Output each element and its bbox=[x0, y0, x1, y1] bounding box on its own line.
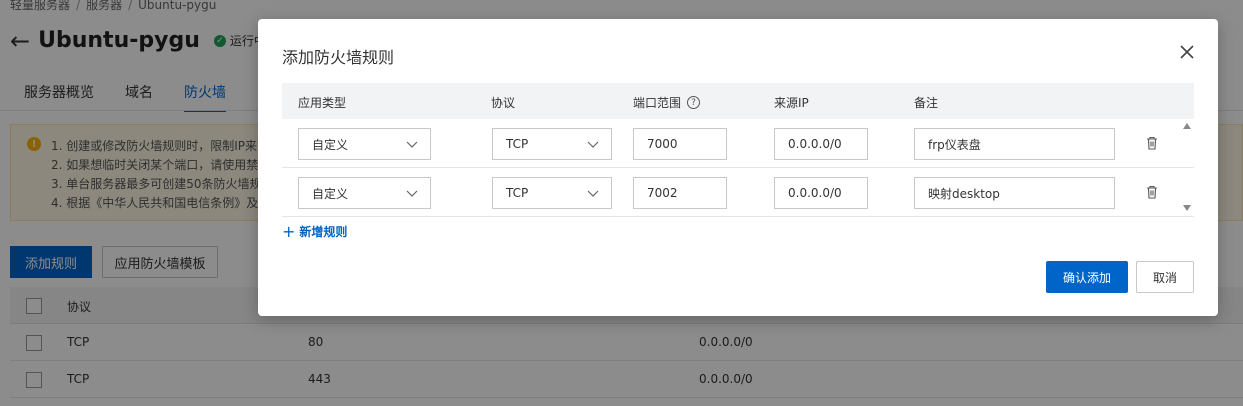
scrollbar[interactable] bbox=[1180, 121, 1194, 213]
app-type-value: 自定义 bbox=[312, 186, 349, 201]
header-note: 备注 bbox=[914, 96, 939, 110]
confirm-add-button[interactable]: 确认添加 bbox=[1046, 261, 1128, 293]
header-app-type: 应用类型 bbox=[298, 96, 347, 110]
header-source-ip: 来源IP bbox=[774, 96, 809, 110]
header-port-range-label: 端口范围 bbox=[633, 96, 682, 110]
rules-table: 应用类型 协议 端口范围 ? 来源IP 备注 自定义 TCP 7000 0.0.… bbox=[282, 83, 1194, 217]
port-input[interactable]: 7002 bbox=[633, 177, 727, 209]
chevron-down-icon bbox=[587, 141, 599, 148]
help-icon[interactable]: ? bbox=[687, 96, 701, 109]
protocol-value: TCP bbox=[506, 137, 529, 151]
dialog-title: 添加防火墙规则 bbox=[282, 48, 395, 67]
scroll-up-arrow-icon[interactable] bbox=[1183, 123, 1191, 129]
chevron-down-icon bbox=[406, 141, 418, 148]
close-icon[interactable] bbox=[1178, 43, 1196, 61]
header-protocol: 协议 bbox=[491, 96, 516, 110]
add-firewall-rule-dialog: 添加防火墙规则 应用类型 协议 端口范围 ? 来源IP 备注 自定义 TCP 7… bbox=[258, 19, 1218, 316]
chevron-down-icon bbox=[587, 190, 599, 197]
rule-row: 自定义 TCP 7002 0.0.0.0/0 映射desktop bbox=[282, 168, 1194, 217]
protocol-select[interactable]: TCP bbox=[492, 177, 612, 209]
add-new-rule-label: 新增规则 bbox=[299, 225, 348, 239]
note-input[interactable]: frp仪表盘 bbox=[914, 128, 1115, 160]
app-type-select[interactable]: 自定义 bbox=[298, 177, 431, 209]
trash-icon[interactable] bbox=[1144, 184, 1160, 200]
port-input[interactable]: 7000 bbox=[633, 128, 727, 160]
app-type-select[interactable]: 自定义 bbox=[298, 128, 431, 160]
cancel-button[interactable]: 取消 bbox=[1136, 261, 1194, 293]
scroll-down-arrow-icon[interactable] bbox=[1183, 205, 1191, 211]
add-new-rule-link[interactable]: + 新增规则 bbox=[282, 223, 347, 240]
note-input[interactable]: 映射desktop bbox=[914, 177, 1115, 209]
app-type-value: 自定义 bbox=[312, 137, 349, 152]
source-ip-input[interactable]: 0.0.0.0/0 bbox=[774, 128, 868, 160]
rules-table-header: 应用类型 协议 端口范围 ? 来源IP 备注 bbox=[282, 83, 1194, 119]
chevron-down-icon bbox=[406, 190, 418, 197]
trash-icon[interactable] bbox=[1144, 135, 1160, 151]
header-port-range: 端口范围 ? bbox=[633, 94, 701, 111]
source-ip-input[interactable]: 0.0.0.0/0 bbox=[774, 177, 868, 209]
rule-row: 自定义 TCP 7000 0.0.0.0/0 frp仪表盘 bbox=[282, 119, 1194, 168]
protocol-select[interactable]: TCP bbox=[492, 128, 612, 160]
protocol-value: TCP bbox=[506, 186, 529, 200]
plus-icon: + bbox=[282, 221, 296, 241]
